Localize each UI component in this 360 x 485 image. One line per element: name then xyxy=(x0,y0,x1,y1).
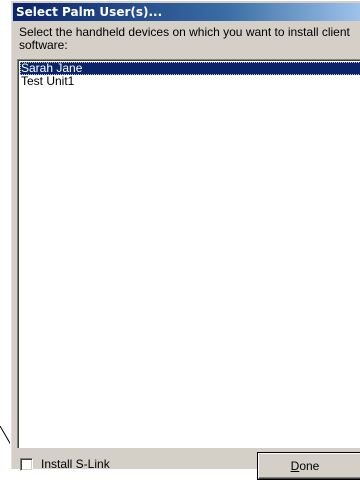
instruction-text: Select the handheld devices on which you… xyxy=(19,25,350,52)
done-button[interactable]: Done xyxy=(258,453,360,479)
list-item-test-unit1[interactable]: Test Unit1 xyxy=(20,75,74,88)
done-mnemonic: D xyxy=(290,459,300,473)
install-s-link-checkbox[interactable] xyxy=(20,458,33,471)
handheld-users-listbox[interactable]: Sarah Jane Test Unit1 xyxy=(17,59,360,448)
done-label-rest: one xyxy=(299,459,320,473)
install-s-link-label[interactable]: Install S-Link xyxy=(41,457,110,471)
dialog-title: Select Palm User(s)... xyxy=(13,3,360,21)
select-palm-users-dialog: Select Palm User(s)... Select the handhe… xyxy=(10,0,360,469)
